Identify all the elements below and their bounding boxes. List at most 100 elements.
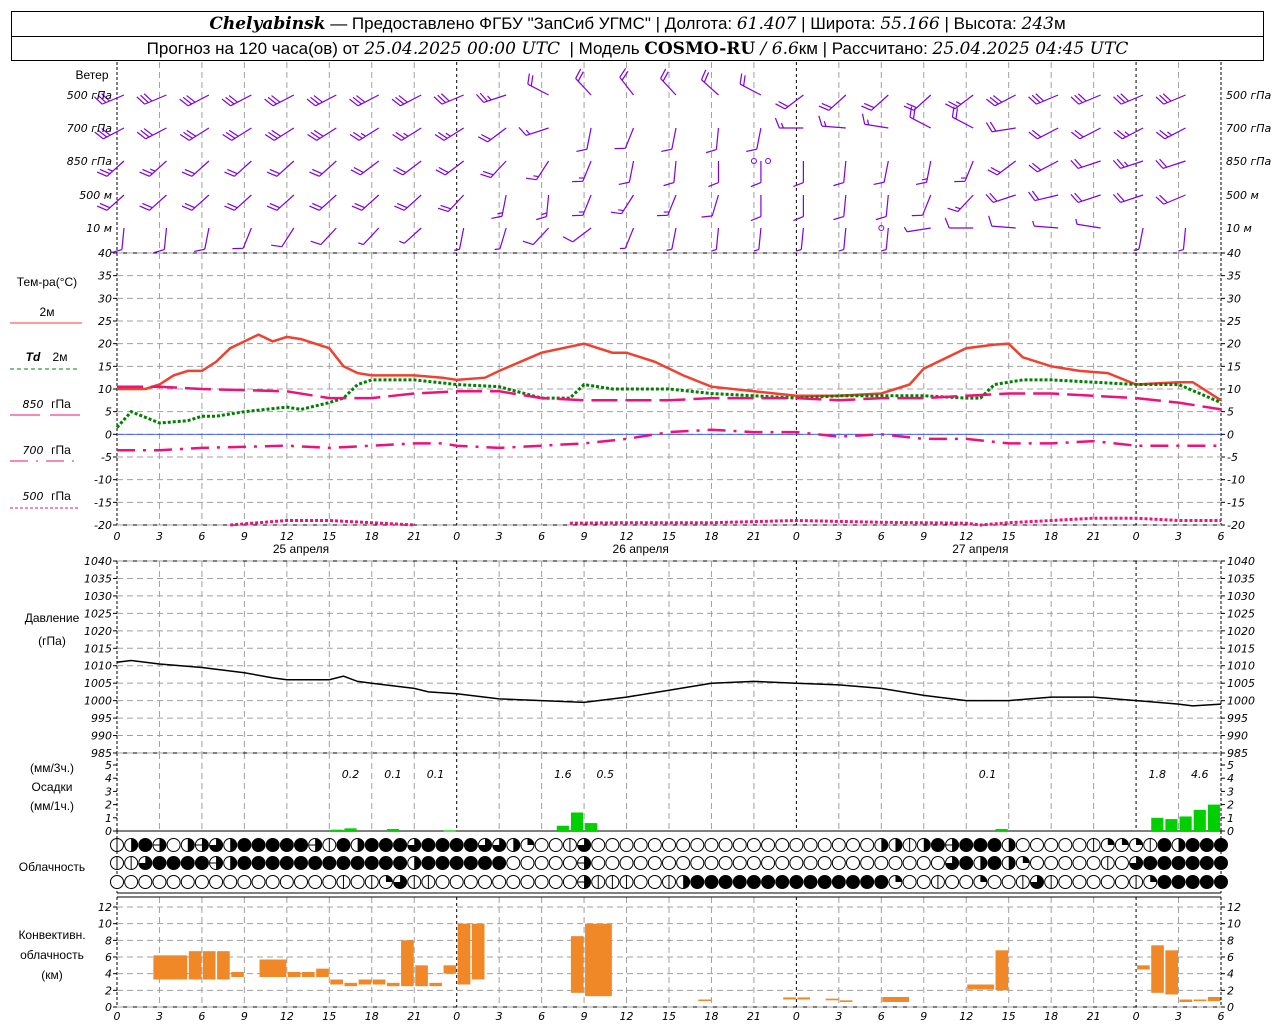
cloud-full (718, 875, 733, 889)
cloud-symbol (209, 838, 224, 852)
wind-barb (1070, 192, 1101, 203)
time-tick-label: 0 (1133, 1010, 1140, 1023)
cloud-symbol (789, 875, 804, 889)
wind-barb-half-feather (454, 248, 460, 251)
cloud-symbol (775, 856, 790, 870)
pressure-tick-label: 1020 (84, 625, 112, 638)
wind-barb (475, 92, 507, 103)
cloud-symbol (435, 856, 450, 870)
wind-barb-staff (242, 227, 252, 249)
cloud-full (378, 856, 393, 870)
cloud-symbol (888, 838, 903, 852)
time-tick-label: 9 (241, 530, 248, 543)
wind-barb-staff (715, 127, 720, 150)
cloud-full (435, 856, 450, 870)
wind-barb-staff (843, 160, 847, 183)
cloud-symbol (577, 875, 592, 889)
cloud-full (308, 856, 323, 870)
cloud-symbol (874, 875, 889, 889)
wind-barb (903, 226, 931, 233)
cloud-symbol (1100, 856, 1115, 870)
cloud-full (265, 856, 280, 870)
wind-barb (1155, 158, 1186, 169)
cloud-symbol (930, 856, 945, 870)
cloud-symbol (916, 838, 931, 852)
cloud-symbol (577, 838, 592, 852)
cloud-circle (605, 856, 620, 870)
cloud-symbol (421, 856, 436, 870)
time-tick-label: 21 (747, 1010, 761, 1023)
temp-tick-label: 35 (98, 270, 112, 283)
cloud-symbol (647, 856, 662, 870)
cloud-half (513, 838, 520, 852)
cloud-circle (138, 875, 153, 889)
wind-barb (454, 227, 465, 251)
cloud-circle (223, 875, 238, 889)
wind-barb-half-feather (360, 132, 366, 137)
wind-barb (309, 160, 337, 177)
cloud-circle (704, 838, 719, 852)
conv-cloud-bar (231, 972, 244, 977)
wind-barb-staff (671, 127, 677, 150)
wind-barb (663, 160, 677, 187)
cloud-symbol (478, 875, 492, 889)
wind-barb-feather (610, 211, 622, 215)
wind-barb-half-feather (955, 101, 962, 105)
wind-barb (527, 73, 549, 96)
cloud-full (421, 856, 436, 870)
conv-title-2: облачность (20, 948, 84, 962)
cloud-circle (251, 875, 266, 889)
cloud-symbol (1157, 875, 1172, 889)
cloud-symbol (732, 838, 747, 852)
wind-barb (954, 160, 974, 183)
temp-tick-label-right: -20 (1227, 519, 1245, 532)
cloud-symbol (775, 875, 790, 889)
precip-bar (1207, 804, 1220, 831)
wind-barb (264, 127, 295, 141)
cloud-symbol (916, 856, 931, 870)
wind-barb (880, 227, 889, 252)
cloud-symbol (1157, 838, 1172, 852)
temp-tick-label: -5 (101, 451, 112, 464)
wind-barb (575, 68, 592, 96)
conv-cloud-bar (302, 972, 315, 977)
conv-cloud-bar (1207, 997, 1221, 1002)
precip-bar (386, 829, 400, 831)
conv-cloud-bar (344, 982, 358, 987)
wind-barb-feather (312, 168, 323, 175)
cloud-half (315, 838, 322, 852)
cloud-circle (1030, 838, 1044, 852)
cloud-full (761, 875, 776, 889)
cloud-symbol (746, 875, 761, 889)
cloud-circle (166, 838, 181, 852)
cloud-circle (506, 856, 521, 870)
cloud-quarter (527, 838, 534, 845)
cloud-symbol (421, 875, 436, 889)
cloud-symbol (945, 856, 960, 870)
wind-barb (988, 215, 1016, 229)
cloud-symbol (265, 856, 280, 870)
cloud-symbol (407, 875, 422, 889)
cloud-circle (209, 875, 224, 889)
wind-barb-feather (139, 205, 150, 211)
wind-barb-staff (624, 227, 635, 249)
temp-tick-label: 30 (98, 292, 112, 305)
wind-barb-feather (271, 244, 282, 248)
conv-cloud-bar (429, 982, 443, 987)
cloud-half (1008, 838, 1016, 852)
wind-barb-staff (1076, 223, 1101, 229)
cloud-circle (732, 838, 747, 852)
cloud-symbol (364, 856, 379, 870)
cloud-full (1214, 875, 1228, 889)
cloud-circle (662, 856, 676, 870)
wind-barb (350, 160, 380, 176)
cloud-symbol (194, 838, 209, 852)
time-tick-label: 3 (1175, 530, 1182, 543)
cloud-full (930, 838, 945, 852)
cloud-symbol (180, 838, 195, 852)
cloud-circle (322, 875, 337, 889)
cloud-symbol (690, 856, 705, 870)
legend-700-unit: гПа (51, 443, 71, 457)
cloud-symbol (251, 856, 266, 870)
wind-barb-feather (181, 171, 193, 177)
